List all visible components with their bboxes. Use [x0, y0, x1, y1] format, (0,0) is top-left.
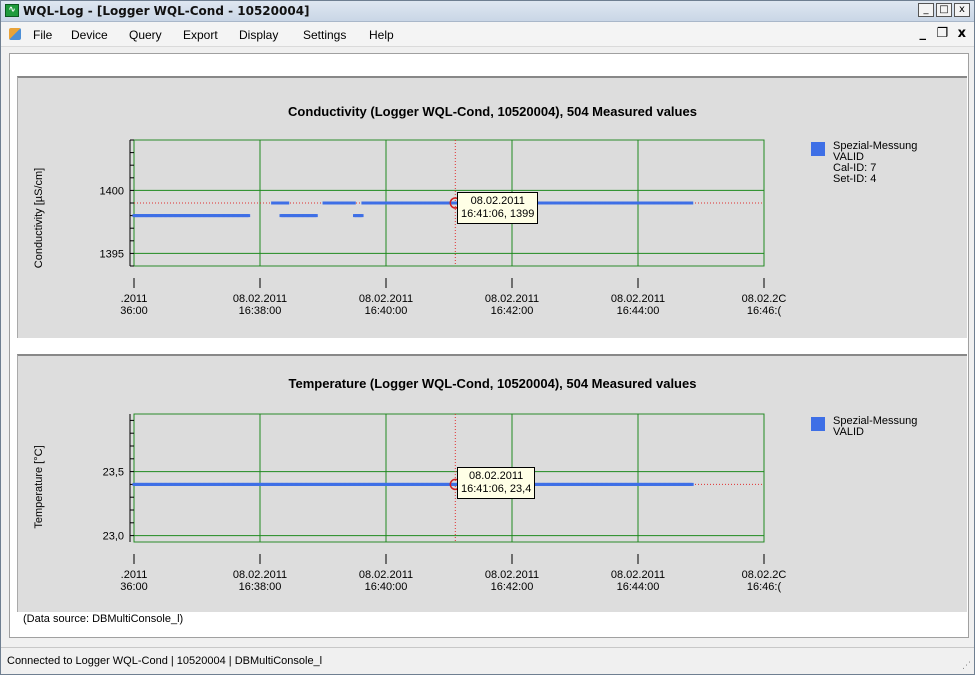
x-tick-label-time: 16:40:00: [365, 581, 408, 593]
tooltip-value: 16:41:06, 23,4: [461, 483, 532, 495]
x-tick-label-time: 16:44:00: [617, 305, 660, 317]
status-bar: Connected to Logger WQL-Cond | 10520004 …: [1, 647, 974, 674]
mdi-minimize-button[interactable]: _: [920, 26, 927, 41]
legend-line: VALID: [833, 426, 864, 438]
x-tick-label-date: 08.02.2011: [359, 569, 413, 581]
tooltip-date: 08.02.2011: [469, 470, 524, 482]
data-point: [352, 201, 356, 205]
document-menu-icon[interactable]: [9, 28, 21, 40]
app-icon: ∿: [5, 4, 19, 17]
menu-display[interactable]: Display: [237, 26, 280, 44]
data-point: [314, 214, 318, 218]
y-tick-label: 1395: [100, 248, 124, 260]
close-button[interactable]: x: [954, 3, 970, 17]
y-tick-label: 23,0: [103, 531, 124, 543]
x-tick-label-time: 16:42:00: [491, 581, 534, 593]
tooltip-value: 16:41:06, 1399: [461, 208, 535, 220]
resize-grip-icon[interactable]: ⋰: [962, 661, 971, 671]
x-tick-label-time: 16:44:00: [617, 581, 660, 593]
x-tick-label-date: 08.02.2011: [233, 569, 287, 581]
x-tick-label-date: 08.02.2011: [233, 293, 287, 305]
data-point: [690, 201, 694, 205]
temperature-chart-panel: Temperature (Logger WQL-Cond, 10520004),…: [17, 354, 967, 612]
menu-file[interactable]: File: [31, 26, 54, 44]
x-tick-label-time: 16:38:00: [239, 305, 282, 317]
data-source-label: (Data source: DBMultiConsole_l): [23, 613, 184, 625]
data-point: [247, 214, 251, 218]
x-tick-label-time: 36:00: [120, 305, 148, 317]
x-tick-label-date: 08.02.2C: [742, 293, 787, 305]
menu-settings[interactable]: Settings: [301, 26, 348, 44]
app-window: ∿ WQL-Log - [Logger WQL-Cond - 10520004]…: [0, 0, 975, 675]
legend-swatch: [811, 417, 825, 431]
legend-line: Set-ID: 4: [833, 173, 877, 185]
y-axis-label: Temperature [°C]: [33, 445, 45, 528]
x-tick-label-time: 16:40:00: [365, 305, 408, 317]
x-tick-label-date: .2011: [121, 293, 148, 305]
y-tick-label: 23,5: [103, 467, 124, 479]
value-tooltip: 08.02.2011 16:41:06, 23,4: [457, 467, 536, 499]
x-tick-label-date: 08.02.2C: [742, 569, 787, 581]
data-point: [690, 482, 694, 486]
x-tick-label-date: .2011: [121, 569, 148, 581]
title-bar[interactable]: ∿ WQL-Log - [Logger WQL-Cond - 10520004]…: [1, 1, 974, 22]
x-tick-label-time: 16:42:00: [491, 305, 534, 317]
menu-bar: File Device Query Export Display Setting…: [1, 22, 974, 47]
x-tick-label-time: 16:46:(: [747, 581, 782, 593]
minimize-button[interactable]: _: [918, 3, 934, 17]
x-tick-label-time: 36:00: [120, 581, 148, 593]
menu-query[interactable]: Query: [127, 26, 164, 44]
x-tick-label-date: 08.02.2011: [359, 293, 413, 305]
x-tick-label-date: 08.02.2011: [485, 569, 539, 581]
menu-device[interactable]: Device: [69, 26, 110, 44]
legend-swatch: [811, 142, 825, 156]
window-title: WQL-Log - [Logger WQL-Cond - 10520004]: [23, 4, 310, 18]
maximize-button[interactable]: □: [936, 3, 952, 17]
value-tooltip: 08.02.2011 16:41:06, 1399: [457, 192, 539, 224]
tooltip-date: 08.02.2011: [470, 195, 525, 207]
x-tick-label-time: 16:38:00: [239, 581, 282, 593]
x-tick-label-date: 08.02.2011: [611, 569, 665, 581]
mdi-restore-button[interactable]: ❐: [936, 26, 948, 41]
conductivity-chart-panel: Conductivity (Logger WQL-Cond, 10520004)…: [17, 76, 967, 338]
status-text: Connected to Logger WQL-Cond | 10520004 …: [7, 655, 323, 667]
data-point: [360, 214, 364, 218]
x-tick-label-date: 08.02.2011: [611, 293, 665, 305]
x-tick-label-date: 08.02.2011: [485, 293, 539, 305]
plot-area: [133, 413, 765, 543]
menu-help[interactable]: Help: [367, 26, 396, 44]
y-tick-label: 1400: [100, 185, 124, 197]
x-tick-label-time: 16:46:(: [747, 305, 782, 317]
mdi-close-button[interactable]: x: [958, 26, 966, 41]
data-point: [286, 201, 290, 205]
menu-export[interactable]: Export: [181, 26, 220, 44]
y-axis-label: Conductivity [µS/cm]: [33, 168, 45, 268]
